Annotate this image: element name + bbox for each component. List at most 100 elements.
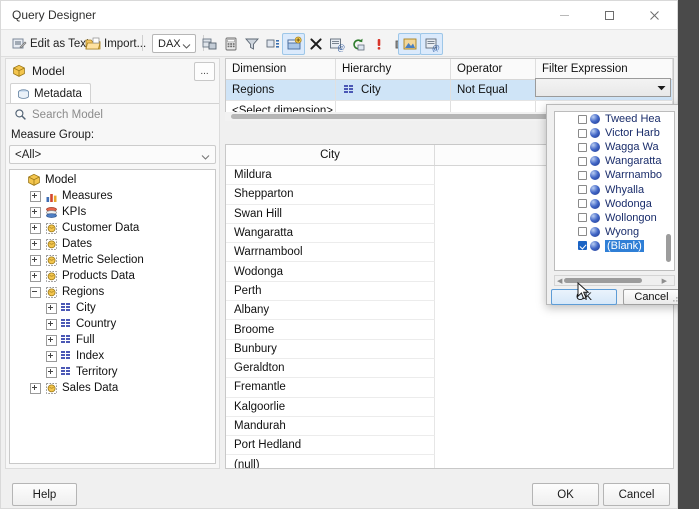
expand-icon[interactable] xyxy=(46,318,57,330)
popup-vscrollbar-thumb[interactable] xyxy=(666,234,671,262)
help-button[interactable]: Help xyxy=(12,483,77,506)
collapse-icon[interactable] xyxy=(30,286,41,298)
tree-item-model[interactable]: Model xyxy=(10,172,215,188)
table-row[interactable]: Broome xyxy=(226,320,673,340)
checkbox[interactable] xyxy=(578,142,587,152)
filter-value-item[interactable]: Warrnambo xyxy=(555,168,674,182)
filter-value-item[interactable]: Wangaratta xyxy=(555,154,674,168)
tree-item-index[interactable]: Index xyxy=(10,348,215,364)
import-button[interactable]: Import... xyxy=(81,32,150,56)
filter-value-item[interactable]: Wyong xyxy=(555,225,674,239)
filter-value-item[interactable]: Wollongon xyxy=(555,211,674,225)
table-row[interactable]: Kalgoorlie xyxy=(226,397,673,417)
cancel-button[interactable]: Cancel xyxy=(603,483,670,506)
checkbox[interactable] xyxy=(578,213,587,223)
tree-item-city[interactable]: City xyxy=(10,300,215,316)
maximize-icon[interactable] xyxy=(587,1,632,29)
tree-item-products-data[interactable]: Products Data xyxy=(10,268,215,284)
measure-group-label: Measure Group: xyxy=(11,129,95,141)
member-sphere-icon xyxy=(590,156,600,167)
tree-item-label: Model xyxy=(45,174,77,186)
tree-item-country[interactable]: Country xyxy=(10,316,215,332)
filter-value-item[interactable]: (Blank) xyxy=(555,239,674,253)
exclamation-run-icon[interactable] xyxy=(367,33,390,55)
design-mode-icon[interactable] xyxy=(398,33,421,55)
result-cell-city: Albany xyxy=(226,301,435,321)
query-parameters-icon[interactable]: @ xyxy=(420,33,443,55)
metadata-options-button[interactable]: ... xyxy=(194,62,215,81)
tree-item-measures[interactable]: Measures xyxy=(10,188,215,204)
filter-expression-combobox[interactable] xyxy=(535,78,671,97)
popup-ok-button[interactable]: OK xyxy=(551,289,617,305)
minimize-icon[interactable] xyxy=(542,1,587,29)
expand-icon[interactable] xyxy=(30,190,41,202)
tree-item-dates[interactable]: Dates xyxy=(10,236,215,252)
checkbox[interactable] xyxy=(578,227,587,237)
checkbox[interactable] xyxy=(578,170,587,180)
filter-value-item[interactable]: Victor Harb xyxy=(555,126,674,140)
checkbox[interactable] xyxy=(578,156,587,166)
edit-as-text-icon xyxy=(11,36,27,52)
popup-hscrollbar-thumb[interactable] xyxy=(564,278,642,283)
filter-icon[interactable] xyxy=(240,33,263,55)
expand-icon[interactable] xyxy=(30,222,41,234)
tree-item-territory[interactable]: Territory xyxy=(10,364,215,380)
checkbox[interactable] xyxy=(578,185,587,195)
calculator-icon[interactable] xyxy=(219,33,242,55)
expand-icon[interactable] xyxy=(30,238,41,250)
expand-icon[interactable] xyxy=(30,206,41,218)
checkbox[interactable] xyxy=(578,128,587,138)
table-row[interactable]: (null) xyxy=(226,455,673,468)
checkbox[interactable] xyxy=(578,199,587,209)
search-input[interactable]: Search Model xyxy=(9,105,216,124)
tab-metadata[interactable]: Metadata xyxy=(10,83,91,104)
checkbox[interactable] xyxy=(578,241,587,251)
expand-icon[interactable] xyxy=(46,302,57,314)
auto-execute-icon[interactable] xyxy=(261,33,284,55)
tree-item-kpis[interactable]: KPIs xyxy=(10,204,215,220)
refresh-icon[interactable] xyxy=(346,33,369,55)
tree-item-label: Territory xyxy=(76,366,118,378)
table-row[interactable]: Fremantle xyxy=(226,378,673,398)
table-row[interactable]: Bunbury xyxy=(226,339,673,359)
ok-button[interactable]: OK xyxy=(532,483,599,506)
import-label: Import... xyxy=(104,38,147,50)
checkbox[interactable] xyxy=(578,114,587,124)
tree-item-sales-data[interactable]: Sales Data xyxy=(10,380,215,396)
tree-item-regions[interactable]: Regions xyxy=(10,284,215,300)
table-row[interactable]: Geraldton xyxy=(226,358,673,379)
scroll-left-icon[interactable]: ◀ xyxy=(557,277,562,285)
expand-icon[interactable] xyxy=(30,254,41,266)
field-icon xyxy=(61,302,72,314)
filter-value-label: Wangaratta xyxy=(605,155,662,168)
measure-group-select[interactable]: <All> xyxy=(9,145,216,164)
tree-item-full[interactable]: Full xyxy=(10,332,215,348)
scroll-right-icon[interactable]: ▶ xyxy=(662,277,667,285)
expand-icon[interactable] xyxy=(30,382,41,394)
result-col-city: City xyxy=(226,145,435,165)
table-row[interactable]: Mandurah xyxy=(226,416,673,437)
edit-query-icon[interactable]: @ xyxy=(325,33,348,55)
toolbar: Edit as Text Import... DAX @ @ xyxy=(1,29,677,57)
filter-value-item[interactable]: Wagga Wa xyxy=(555,140,674,154)
tree-item-customer-data[interactable]: Customer Data xyxy=(10,220,215,236)
filter-value-item[interactable]: Wodonga xyxy=(555,197,674,211)
filter-value-item[interactable]: Tweed Hea xyxy=(555,112,674,126)
add-field-icon[interactable] xyxy=(282,33,305,55)
tree-item-label: KPIs xyxy=(62,206,87,218)
model-tree[interactable]: Model Measures KPIs Customer Data Dates Metri… xyxy=(9,169,216,464)
expand-icon[interactable] xyxy=(46,334,57,346)
query-language-select[interactable]: DAX xyxy=(152,34,196,53)
filter-value-item[interactable]: Whyalla xyxy=(555,182,674,196)
filter-value-list[interactable]: Tweed Hea Victor Harb Wagga Wa Wangaratta Wa… xyxy=(554,111,675,271)
expand-icon[interactable] xyxy=(46,350,57,362)
close-icon[interactable] xyxy=(632,1,677,29)
expand-icon[interactable] xyxy=(46,366,57,378)
metadata-panel-header: Model ... xyxy=(6,59,219,83)
dropdown-arrow-icon[interactable] xyxy=(653,79,670,96)
expand-icon[interactable] xyxy=(30,270,41,282)
table-row[interactable]: Port Hedland xyxy=(226,436,673,456)
tree-item-metric-selection[interactable]: Metric Selection xyxy=(10,252,215,268)
delete-icon[interactable] xyxy=(304,33,327,55)
add-calculated-member-icon[interactable] xyxy=(198,33,221,55)
